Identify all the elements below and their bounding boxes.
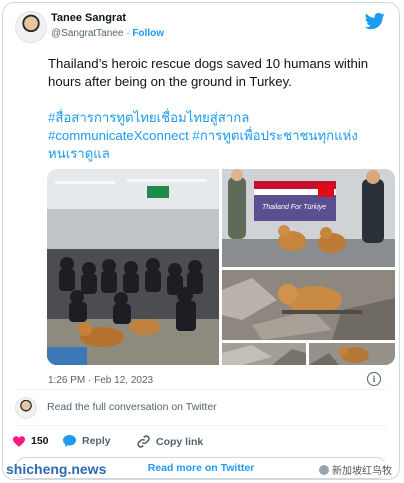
hashtag-line[interactable]: #communicateXconnect #การทูตเพื่อประชาชน…: [48, 127, 388, 145]
photo-banner-art: Thailand For Türkiye: [222, 169, 395, 267]
photo-dog-search-art: [309, 343, 395, 365]
photo-banner-team[interactable]: Thailand For Türkiye: [222, 169, 395, 267]
hashtag-line[interactable]: หนเราดูแล: [48, 145, 388, 163]
follow-button[interactable]: Follow: [132, 28, 164, 39]
watermark-right: 新加坡红鸟牧: [317, 462, 394, 477]
author-handle-row: @SangratTanee · Follow: [51, 28, 164, 39]
twitter-bird-icon[interactable]: [365, 11, 385, 31]
copy-link-label: Copy link: [156, 435, 204, 448]
photo-dog-rubble[interactable]: [222, 270, 395, 340]
photo-grid: Thailand For Türkiye: [47, 169, 395, 365]
reply-avatar: [15, 397, 37, 419]
heart-icon: [13, 435, 25, 447]
tweet-card: Tanee Sangrat @SangratTanee · Follow Tha…: [2, 2, 400, 480]
banner-text: Thailand For Türkiye: [262, 204, 326, 211]
tweet-text: Thailand’s heroic rescue dogs saved 10 h…: [48, 56, 369, 89]
info-icon[interactable]: i: [367, 372, 381, 386]
author-name[interactable]: Tanee Sangrat: [51, 12, 126, 24]
photo-rubble2-art: [222, 343, 306, 365]
separator-dot: ·: [126, 28, 130, 39]
divider: [15, 425, 387, 426]
watermark-logo-icon: [319, 464, 329, 475]
hashtag-line[interactable]: #สื่อสารการทูตไทยเชื่อมไทยสู่สากล: [48, 109, 388, 127]
copy-link-button[interactable]: Copy link: [137, 435, 203, 448]
watermark-left: shicheng.news: [6, 461, 107, 477]
watermark-right-text: 新加坡红鸟牧: [332, 466, 392, 477]
like-button[interactable]: 150: [13, 435, 49, 447]
divider: [15, 389, 387, 390]
reply-label: Reply: [82, 435, 111, 447]
photo-rubble-art: [222, 270, 395, 340]
like-count: 150: [31, 435, 49, 447]
link-icon: [137, 435, 150, 448]
author-handle[interactable]: @SangratTanee: [51, 28, 123, 39]
photo-dog-search[interactable]: [309, 343, 395, 365]
tweet-timestamp[interactable]: 1:26 PM · Feb 12, 2023: [48, 375, 153, 386]
author-avatar[interactable]: [15, 11, 47, 43]
read-full-conversation-link[interactable]: Read the full conversation on Twitter: [47, 401, 217, 413]
photo-rubble-left[interactable]: [222, 343, 306, 365]
tweet-body: Thailand’s heroic rescue dogs saved 10 h…: [48, 55, 388, 163]
reply-button[interactable]: Reply: [63, 435, 111, 447]
reply-icon: [63, 435, 76, 447]
photo-airport-team[interactable]: [47, 169, 219, 365]
photo-airport-art: [47, 169, 219, 365]
